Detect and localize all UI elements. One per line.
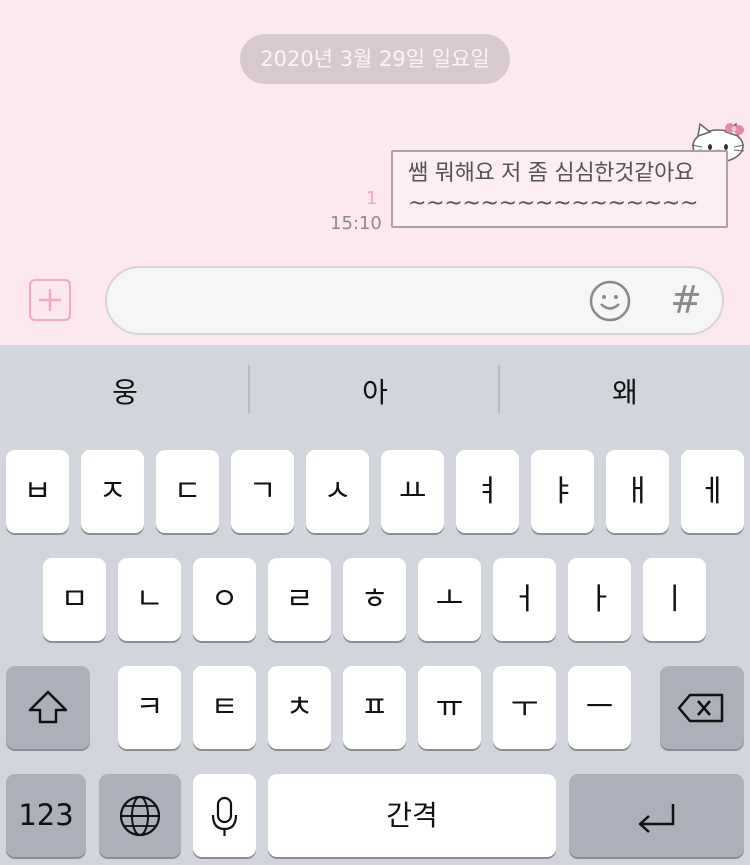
unread-count: 1: [366, 188, 378, 209]
space-key[interactable]: 간격: [268, 774, 556, 857]
message-text-line2: ~~~~~~~~~~~~~~~~: [408, 191, 699, 216]
smiley-icon[interactable]: [588, 279, 632, 323]
key-yo[interactable]: ㅛ: [381, 450, 444, 533]
key-ieung[interactable]: ㅇ: [193, 558, 256, 641]
globe-key[interactable]: [99, 774, 181, 857]
chat-area: 2020년 3월 29일 일요일 쌤 뭐해요 저 좀 심심한것같아요 ~~~~~…: [0, 0, 750, 345]
key-digeut[interactable]: ㄷ: [156, 450, 219, 533]
key-pieup[interactable]: ㅍ: [343, 666, 406, 749]
key-i[interactable]: ㅣ: [643, 558, 706, 641]
suggestion-1[interactable]: 웅: [0, 345, 250, 440]
key-yeo[interactable]: ㅕ: [456, 450, 519, 533]
key-tieut[interactable]: ㅌ: [193, 666, 256, 749]
message-bubble[interactable]: 쌤 뭐해요 저 좀 심심한것같아요 ~~~~~~~~~~~~~~~~: [391, 150, 728, 228]
hashtag-button[interactable]: #: [668, 278, 704, 322]
key-chieut[interactable]: ㅊ: [268, 666, 331, 749]
attach-plus-button[interactable]: [29, 279, 71, 321]
shift-icon: [28, 690, 68, 724]
key-a[interactable]: ㅏ: [568, 558, 631, 641]
key-u[interactable]: ㅜ: [493, 666, 556, 749]
key-ya[interactable]: ㅑ: [531, 450, 594, 533]
key-jieut[interactable]: ㅈ: [81, 450, 144, 533]
key-rieul[interactable]: ㄹ: [268, 558, 331, 641]
key-ae[interactable]: ㅐ: [606, 450, 669, 533]
backspace-icon: [677, 693, 724, 723]
key-mieum[interactable]: ㅁ: [43, 558, 106, 641]
key-bieup[interactable]: ㅂ: [6, 450, 69, 533]
numbers-key[interactable]: 123: [6, 774, 86, 857]
key-nieun[interactable]: ㄴ: [118, 558, 181, 641]
microphone-icon: [211, 796, 238, 836]
key-siot[interactable]: ㅅ: [306, 450, 369, 533]
shift-key[interactable]: [6, 666, 90, 749]
message-text-line1: 쌤 뭐해요 저 좀 심심한것같아요: [408, 161, 694, 186]
key-eo[interactable]: ㅓ: [493, 558, 556, 641]
key-giyeok[interactable]: ㄱ: [231, 450, 294, 533]
key-eu[interactable]: ㅡ: [568, 666, 631, 749]
date-separator: 2020년 3월 29일 일요일: [240, 34, 510, 84]
microphone-key[interactable]: [193, 774, 256, 857]
suggestion-2[interactable]: 아: [250, 345, 500, 440]
globe-icon: [119, 795, 161, 837]
backspace-key[interactable]: [660, 666, 744, 749]
key-hieut[interactable]: ㅎ: [343, 558, 406, 641]
suggestion-3[interactable]: 왜: [500, 345, 750, 440]
plus-icon: [39, 289, 61, 311]
key-kieuk[interactable]: ㅋ: [118, 666, 181, 749]
key-o[interactable]: ㅗ: [418, 558, 481, 641]
keyboard: 웅 아 왜 ㅂ ㅈ ㄷ ㄱ ㅅ ㅛ ㅕ ㅑ ㅐ ㅔ ㅁ ㄴ ㅇ ㄹ ㅎ ㅗ ㅓ …: [0, 345, 750, 865]
return-icon: [638, 804, 675, 833]
return-key[interactable]: [569, 774, 744, 857]
key-e[interactable]: ㅔ: [681, 450, 744, 533]
message-time: 15:10: [330, 213, 382, 234]
key-yu[interactable]: ㅠ: [418, 666, 481, 749]
